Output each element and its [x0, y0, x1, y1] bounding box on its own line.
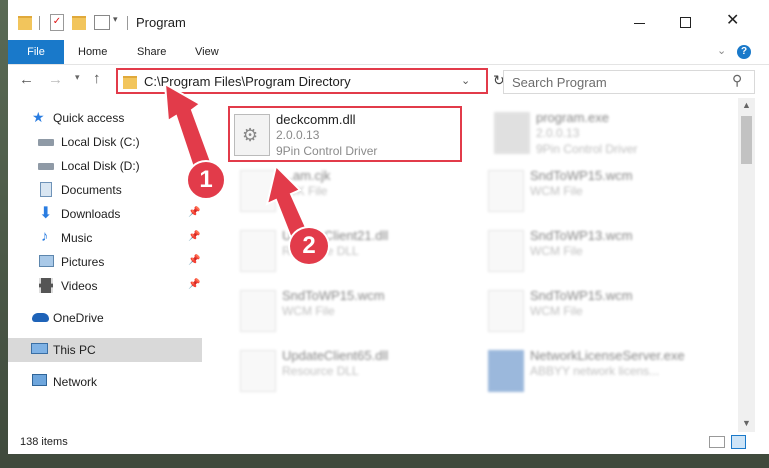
step-2-badge: 2 — [288, 226, 330, 266]
annotation-arrows — [163, 82, 310, 240]
step-1-badge: 1 — [186, 160, 226, 200]
